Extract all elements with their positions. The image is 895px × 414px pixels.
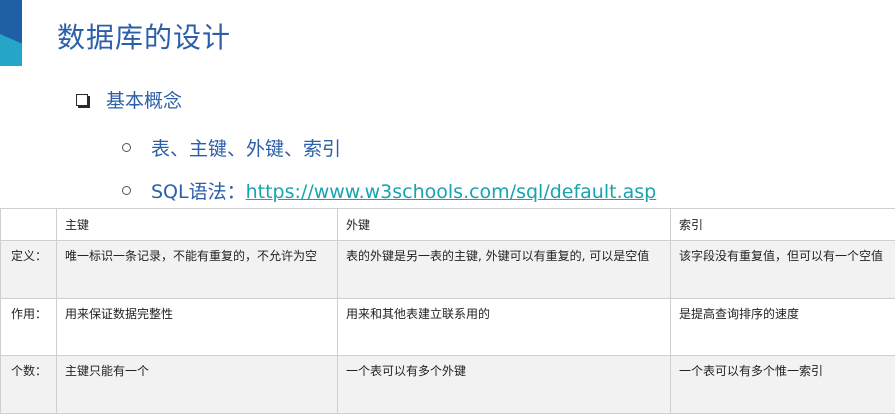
sub-bullet-sql-text: SQL语法：https://www.w3schools.com/sql/defa… (151, 177, 656, 204)
table-cell: 主键只能有一个 (56, 354, 338, 414)
table-row: 个数： 主键只能有一个 一个表可以有多个外键 一个表可以有多个惟一索引 (0, 354, 895, 414)
table-row: 定义： 唯一标识一条记录，不能有重复的，不允许为空 表的外键是另一表的主键, 外… (0, 240, 895, 300)
header-cell-foreign-key: 外键 (337, 207, 671, 242)
slide-title: 数据库的设计 (57, 21, 232, 54)
sub-bullet-sql: SQL语法：https://www.w3schools.com/sql/defa… (122, 177, 656, 204)
row-label-count: 个数： (0, 354, 57, 414)
sql-reference-link[interactable]: https://www.w3schools.com/sql/default.as… (246, 181, 657, 203)
table-cell: 唯一标识一条记录，不能有重复的，不允许为空 (56, 240, 338, 300)
sub-bullet-concepts-text: 表、主键、外键、索引 (151, 138, 342, 160)
table-cell: 该字段没有重复值，但可以有一个空值 (670, 240, 895, 300)
sub-bullet-concepts: 表、主键、外键、索引 (122, 134, 341, 161)
key-comparison-table: 主键 外键 索引 定义： 唯一标识一条记录，不能有重复的，不允许为空 表的外键是… (0, 207, 895, 414)
table-cell: 一个表可以有多个惟一索引 (670, 354, 895, 414)
table-header-row: 主键 外键 索引 (0, 207, 895, 242)
bullet-main-text: 基本概念 (106, 90, 183, 112)
row-label-purpose: 作用： (0, 298, 57, 356)
sql-prefix: SQL语法： (151, 181, 246, 203)
slide-accent-decoration (0, 0, 22, 66)
bullet-main: 基本概念 (76, 86, 182, 113)
row-label-definition: 定义： (0, 240, 57, 300)
table-cell: 用来和其他表建立联系用的 (337, 298, 671, 356)
circle-bullet-icon (122, 143, 131, 152)
table-cell: 表的外键是另一表的主键, 外键可以有重复的, 可以是空值 (337, 240, 671, 300)
header-cell-empty (0, 207, 57, 242)
table-cell: 用来保证数据完整性 (56, 298, 338, 356)
table-cell: 一个表可以有多个外键 (337, 354, 671, 414)
checkbox-bullet-icon (76, 93, 88, 106)
header-cell-primary-key: 主键 (56, 207, 338, 242)
header-cell-index: 索引 (670, 207, 895, 242)
table-cell: 是提高查询排序的速度 (670, 298, 895, 356)
circle-bullet-icon (122, 186, 131, 195)
table-row: 作用： 用来保证数据完整性 用来和其他表建立联系用的 是提高查询排序的速度 (0, 298, 895, 356)
